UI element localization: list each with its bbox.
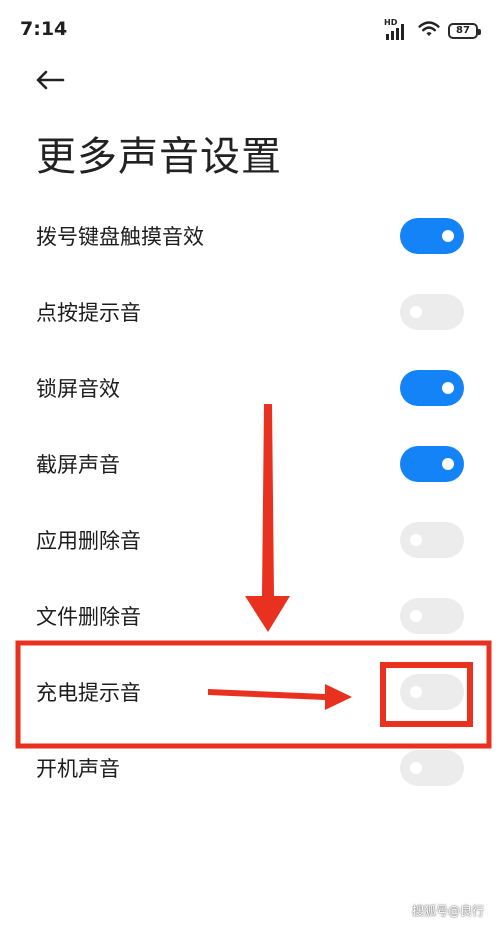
status-bar: 7:14 HD 87 [0,0,500,60]
setting-row-charging-sound: 充电提示音 [0,654,500,730]
setting-row-dialpad-touch-sound: 拨号键盘触摸音效 [0,198,500,274]
charging-sound-toggle[interactable] [400,674,464,710]
toggle-knob [410,610,422,622]
toggle-knob [410,762,422,774]
page-title: 更多声音设置 [36,134,282,180]
signal-icon: HD [384,18,410,42]
screenshot-sound-toggle[interactable] [400,446,464,482]
setting-row-tap-sound: 点按提示音 [0,274,500,350]
toggle-knob [442,230,454,242]
app-delete-sound-toggle[interactable] [400,522,464,558]
status-icons: HD 87 [384,18,481,42]
status-time: 7:14 [20,18,68,40]
toggle-knob [410,534,422,546]
setting-row-screenshot-sound: 截屏声音 [0,426,500,502]
toggle-knob [410,686,422,698]
file-delete-sound-toggle[interactable] [400,598,464,634]
setting-row-lock-screen-sound: 锁屏音效 [0,350,500,426]
dialpad-touch-sound-toggle[interactable] [400,218,464,254]
toggle-knob [410,306,422,318]
toggle-knob [442,382,454,394]
settings-list: 拨号键盘触摸音效 点按提示音 锁屏音效 截屏声音 应用删除音 文件删除音 充电提… [0,198,500,806]
battery-level: 87 [456,25,470,36]
battery-icon: 87 [448,23,481,39]
lock-screen-sound-toggle[interactable] [400,370,464,406]
hd-label: HD [384,18,398,27]
setting-row-app-delete-sound: 应用删除音 [0,502,500,578]
boot-sound-toggle[interactable] [400,750,464,786]
setting-row-file-delete-sound: 文件删除音 [0,578,500,654]
toggle-knob [442,458,454,470]
wifi-icon [418,20,440,42]
watermark: 搜狐号@良行 [411,904,484,918]
arrow-left-icon [35,69,65,95]
back-button[interactable] [28,62,72,102]
tap-sound-toggle[interactable] [400,294,464,330]
setting-row-boot-sound: 开机声音 [0,730,500,806]
